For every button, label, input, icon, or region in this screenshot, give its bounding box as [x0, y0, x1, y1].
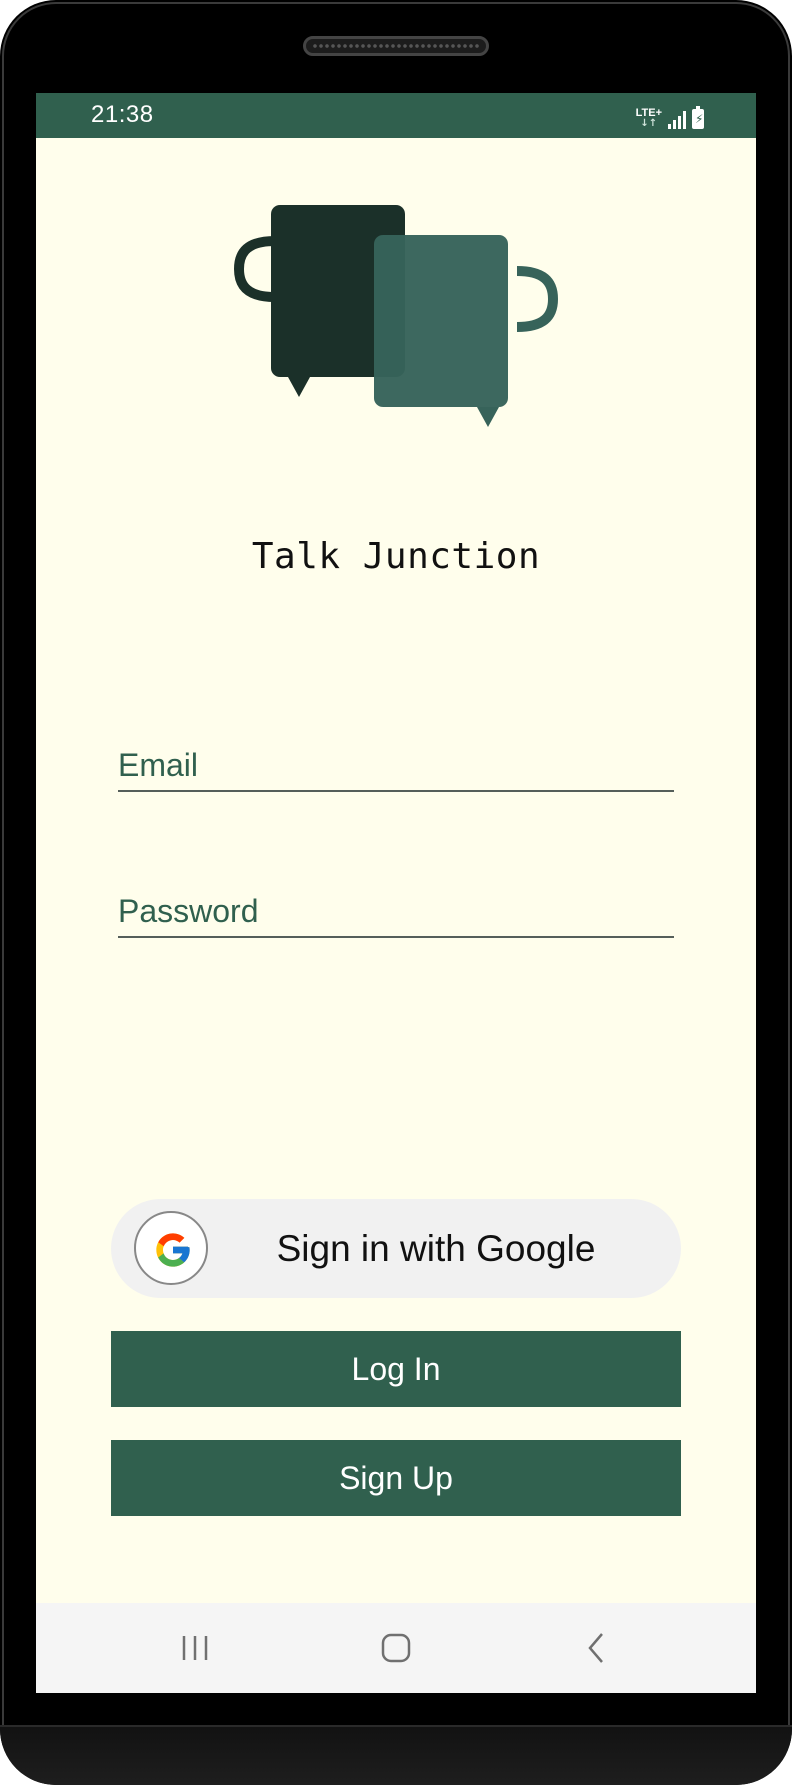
phone-frame: 21:38 LTE+ ↓↑ ⚡ Talk Junction Email Sign…: [0, 0, 792, 1785]
google-sign-in-label: Sign in with Google: [276, 1227, 596, 1269]
log-in-button[interactable]: Log In: [111, 1331, 681, 1407]
google-logo-badge: [134, 1211, 208, 1285]
network-indicator: LTE+ ↓↑: [636, 108, 662, 129]
status-time: 21:38: [91, 101, 154, 128]
google-sign-in-button[interactable]: Sign in with Google: [111, 1199, 681, 1298]
email-field[interactable]: [118, 736, 674, 792]
recents-button[interactable]: [135, 1603, 255, 1693]
home-button[interactable]: [336, 1603, 456, 1693]
phone-bottom-chin: [0, 1725, 792, 1785]
status-icons: LTE+ ↓↑ ⚡: [636, 103, 704, 129]
password-field[interactable]: [118, 882, 674, 938]
earpiece-speaker: [303, 36, 489, 56]
google-logo-icon: [156, 1233, 190, 1267]
logo-area: Talk Junction: [36, 163, 756, 577]
battery-charging-icon: ⚡: [692, 106, 704, 129]
recents-icon: [182, 1636, 208, 1660]
signal-strength-icon: [668, 111, 686, 129]
back-button[interactable]: [537, 1603, 657, 1693]
home-icon: [381, 1633, 411, 1663]
app-title: Talk Junction: [251, 536, 541, 577]
network-arrows-icon: ↓↑: [640, 118, 658, 129]
two-mugs-chat-bubbles-icon: [233, 205, 559, 427]
app-screen: 21:38 LTE+ ↓↑ ⚡ Talk Junction Email Sign…: [36, 93, 756, 1693]
sign-up-button[interactable]: Sign Up: [111, 1440, 681, 1516]
status-bar: 21:38 LTE+ ↓↑ ⚡: [36, 93, 756, 138]
password-input[interactable]: [118, 893, 674, 930]
email-input[interactable]: [118, 747, 674, 784]
system-navigation-bar: [36, 1603, 756, 1693]
back-icon: [588, 1633, 603, 1663]
